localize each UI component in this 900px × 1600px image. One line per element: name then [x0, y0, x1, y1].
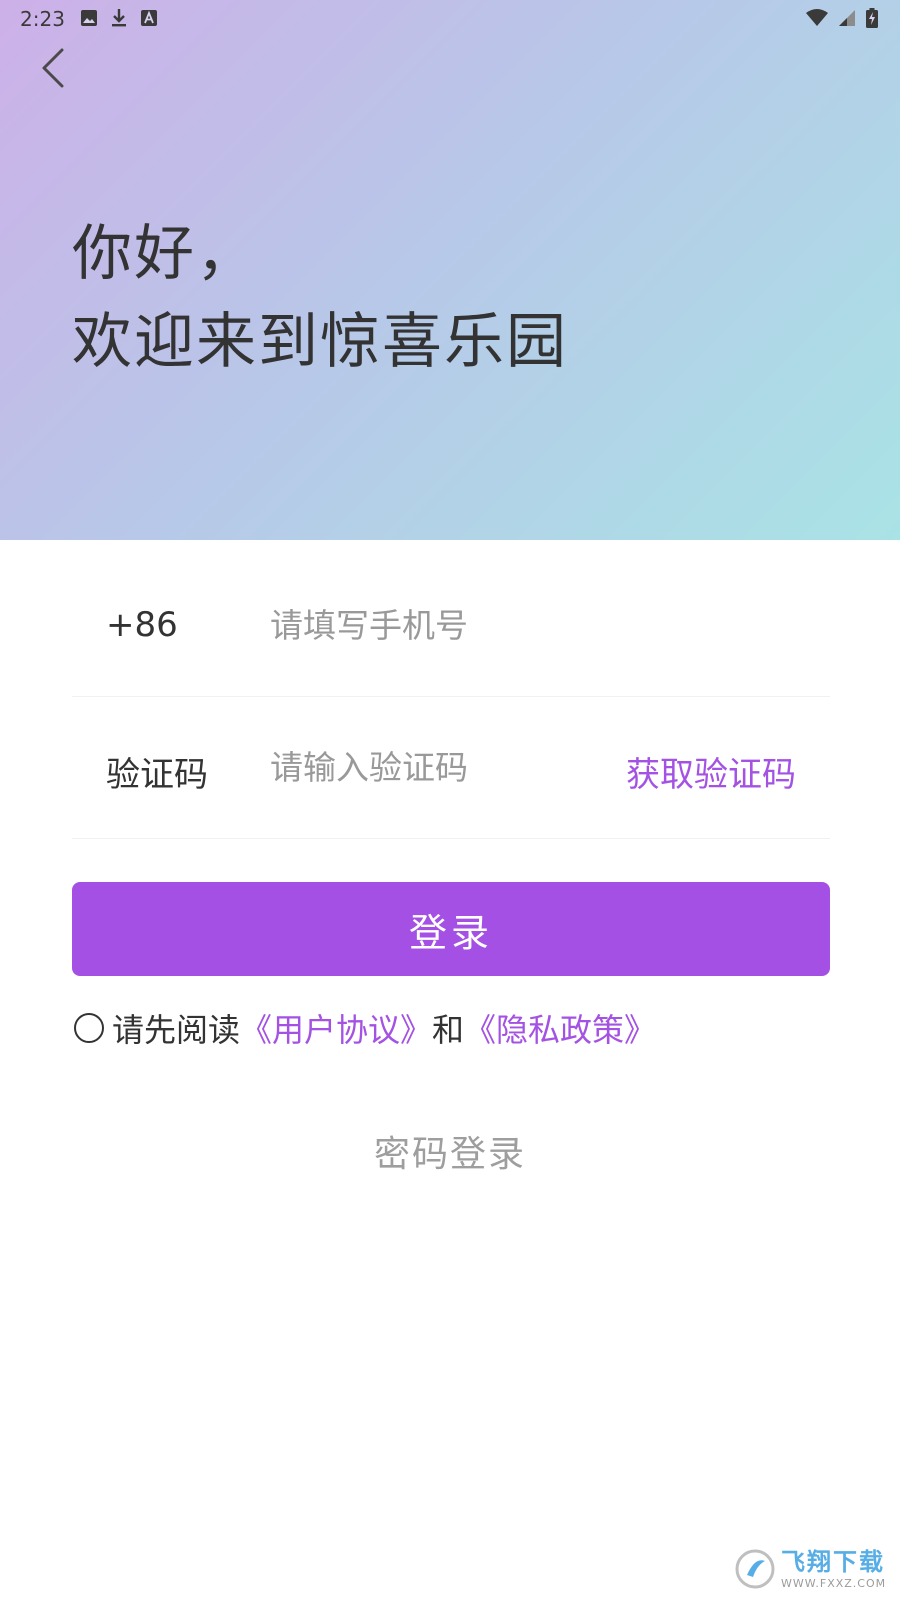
agreement-prefix: 请先阅读 [112, 1011, 241, 1049]
greeting-line-2: 欢迎来到惊喜乐园 [72, 307, 568, 377]
header-banner: 2:23 你好， 欢迎来到惊喜乐园 [0, 0, 900, 540]
status-time: 2:23 [20, 7, 65, 31]
chevron-left-icon [42, 48, 64, 88]
code-row: 验证码 获取验证码 [72, 697, 830, 839]
phone-row: +86 [72, 555, 830, 697]
watermark-logo-icon [735, 1549, 775, 1589]
watermark-text: 飞翔下载 WWW.FXXZ.COM [781, 1550, 886, 1589]
privacy-policy-link[interactable]: 《隐私政策》 [464, 1005, 656, 1051]
back-button[interactable] [36, 46, 72, 90]
agreement-and: 和 [432, 1011, 465, 1049]
site-watermark: 飞翔下载 WWW.FXXZ.COM [735, 1546, 890, 1592]
signal-icon [839, 10, 855, 26]
get-code-button[interactable]: 获取验证码 [626, 747, 796, 796]
wifi-icon [806, 9, 828, 26]
code-input[interactable] [270, 739, 600, 795]
download-icon [112, 9, 126, 27]
phone-input[interactable] [270, 597, 600, 653]
welcome-heading: 你好， 欢迎来到惊喜乐园 [72, 210, 568, 386]
greeting-line-1: 你好， [72, 219, 258, 289]
status-notification-icons [80, 8, 158, 28]
login-form: +86 验证码 获取验证码 [72, 555, 830, 839]
image-icon [81, 10, 97, 26]
watermark-sub: WWW.FXXZ.COM [781, 1576, 887, 1590]
watermark-main: 飞翔下载 [781, 1547, 885, 1576]
status-system-icons [806, 8, 878, 28]
country-code[interactable]: +86 [106, 605, 178, 645]
password-login-link[interactable]: 密码登录 [0, 1125, 900, 1177]
user-agreement-link[interactable]: 《用户协议》 [240, 1005, 432, 1051]
status-bar: 2:23 [0, 0, 900, 36]
agreement-row: 请先阅读 《用户协议》 和 《隐私政策》 [74, 1005, 656, 1051]
battery-charging-icon [866, 8, 878, 28]
login-button[interactable]: 登录 [72, 882, 830, 976]
agree-radio[interactable] [74, 1013, 104, 1043]
font-icon [141, 10, 157, 26]
code-label: 验证码 [106, 755, 208, 795]
